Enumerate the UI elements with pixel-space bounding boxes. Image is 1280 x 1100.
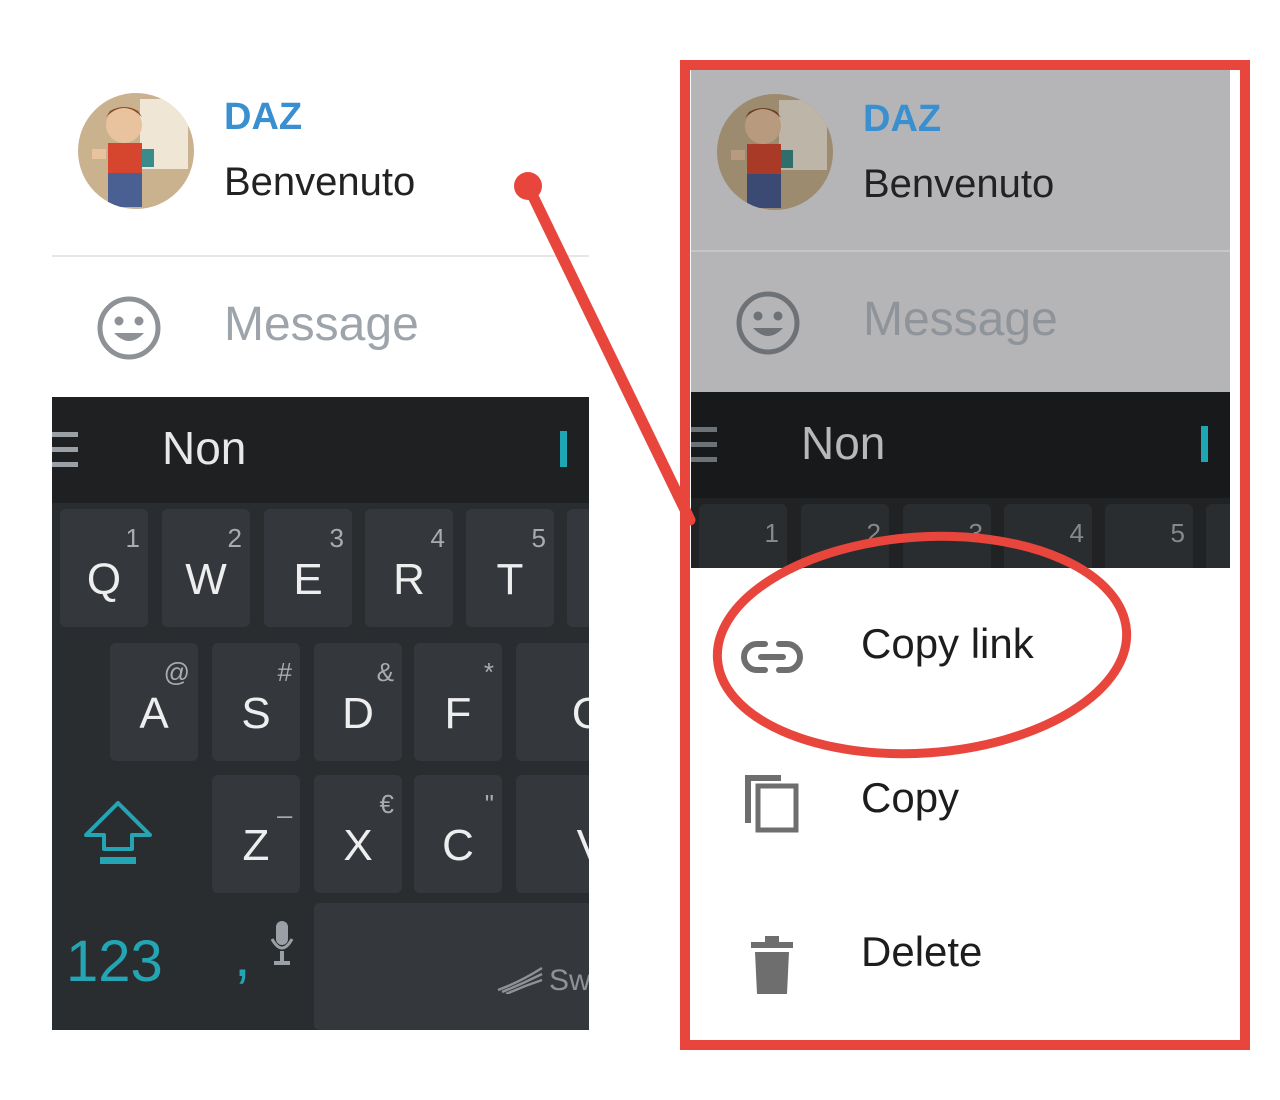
key-a[interactable]: @ A bbox=[110, 643, 198, 761]
key-c[interactable]: " C bbox=[414, 775, 502, 893]
key-label: A bbox=[139, 689, 169, 738]
cursor-indicator bbox=[560, 431, 567, 467]
key-alt: 3 bbox=[968, 518, 983, 548]
key-w[interactable]: 2W bbox=[162, 509, 250, 627]
space-key[interactable]: Swift bbox=[314, 903, 589, 1030]
key-label: W bbox=[185, 555, 227, 604]
menu-item-delete[interactable]: Delete bbox=[691, 898, 1230, 1018]
keyboard: 1 2 3 4 5 bbox=[691, 498, 1230, 622]
avatar[interactable] bbox=[717, 94, 833, 210]
key-alt: 5 bbox=[1170, 518, 1185, 548]
key-alt: * bbox=[483, 657, 494, 687]
swiftkey-logo-icon bbox=[497, 966, 543, 994]
copy-icon bbox=[745, 775, 799, 833]
key-label: R bbox=[393, 555, 425, 604]
context-menu: Copy link Copy Delete bbox=[691, 568, 1230, 1030]
message-input: Message bbox=[863, 293, 1058, 346]
menu-label: Delete bbox=[861, 928, 983, 975]
shift-icon[interactable] bbox=[82, 799, 154, 869]
key-alt: € bbox=[379, 789, 394, 819]
message-input-bar[interactable]: Message bbox=[52, 257, 589, 397]
keyboard-brand: Swift bbox=[548, 964, 589, 997]
key-x[interactable]: € X bbox=[314, 775, 402, 893]
suggestion-bar: Non bbox=[52, 397, 589, 503]
message-header[interactable]: DAZ Benvenuto bbox=[52, 60, 589, 256]
menu-item-copy-link[interactable]: Copy link bbox=[691, 590, 1230, 710]
chat-panel: DAZ Benvenuto Message Non 1Q 2W 3E 4R 5T… bbox=[52, 60, 589, 1030]
key-f[interactable]: * F bbox=[414, 643, 502, 761]
key-label: F bbox=[444, 689, 472, 738]
key-q[interactable]: 1Q bbox=[60, 509, 148, 627]
key-z[interactable]: _ Z bbox=[212, 775, 300, 893]
key-r[interactable]: 4R bbox=[365, 509, 453, 627]
suggestion-word[interactable]: Non bbox=[162, 421, 246, 475]
message-text: Benvenuto bbox=[224, 160, 416, 204]
message-text: Benvenuto bbox=[863, 162, 1055, 206]
key-alt: 2 bbox=[866, 518, 881, 548]
key-label: S bbox=[241, 689, 271, 738]
key-y[interactable] bbox=[567, 509, 589, 627]
key-label: V bbox=[516, 821, 589, 871]
emoji-icon bbox=[736, 291, 800, 355]
emoji-icon[interactable] bbox=[96, 295, 162, 361]
avatar[interactable] bbox=[78, 93, 194, 209]
menu-label: Copy bbox=[861, 774, 960, 821]
key-alt: # bbox=[277, 657, 292, 687]
link-icon bbox=[741, 641, 803, 673]
key-alt: 1 bbox=[125, 523, 140, 553]
key-label: Z bbox=[242, 821, 270, 870]
menu-icon[interactable] bbox=[52, 432, 78, 468]
contact-name: DAZ bbox=[224, 96, 303, 138]
contact-name: DAZ bbox=[863, 98, 942, 140]
context-menu-panel: DAZ Benvenuto Message Non 1 2 3 4 5 Copy… bbox=[691, 70, 1230, 1030]
key-alt: 3 bbox=[329, 523, 344, 553]
key-s[interactable]: # S bbox=[212, 643, 300, 761]
key-v[interactable]: V bbox=[516, 775, 589, 893]
numbers-key[interactable]: 123 bbox=[66, 928, 163, 995]
message-header-selected[interactable]: DAZ Benvenuto bbox=[691, 70, 1230, 252]
key-label: X bbox=[343, 821, 373, 870]
key-e[interactable]: 3E bbox=[264, 509, 352, 627]
comma-key[interactable]: , bbox=[234, 921, 251, 990]
key-alt: 5 bbox=[531, 523, 546, 553]
key-alt: 2 bbox=[227, 523, 242, 553]
menu-label: Copy link bbox=[861, 620, 1034, 667]
avatar-image bbox=[78, 93, 194, 209]
key-alt: 1 bbox=[764, 518, 779, 548]
menu-item-copy[interactable]: Copy bbox=[691, 744, 1230, 864]
microphone-icon bbox=[270, 921, 294, 965]
key-label: Q bbox=[86, 555, 122, 604]
key-alt: _ bbox=[277, 789, 292, 819]
key-g[interactable]: G bbox=[516, 643, 589, 761]
key-label: E bbox=[293, 555, 323, 604]
key-label: T bbox=[496, 555, 524, 604]
keyboard: 1Q 2W 3E 4R 5T @A #S &D *F G _Z €X "C V … bbox=[52, 503, 589, 1030]
suggestion-bar: Non bbox=[691, 392, 1230, 498]
menu-icon bbox=[691, 427, 717, 463]
avatar-image bbox=[717, 94, 833, 210]
message-input-bar: Message bbox=[691, 252, 1230, 392]
suggestion-word: Non bbox=[801, 417, 886, 469]
key-alt: 4 bbox=[430, 523, 445, 553]
key-label: D bbox=[342, 689, 374, 738]
key-alt: 4 bbox=[1069, 518, 1084, 548]
key-label: C bbox=[442, 821, 474, 870]
key-label: G bbox=[571, 689, 589, 738]
message-input[interactable]: Message bbox=[224, 297, 419, 352]
key-d[interactable]: & D bbox=[314, 643, 402, 761]
key-alt: " bbox=[484, 789, 494, 819]
key-alt: @ bbox=[163, 657, 190, 687]
key-t[interactable]: 5T bbox=[466, 509, 554, 627]
key-alt: & bbox=[376, 657, 394, 687]
cursor-indicator bbox=[1201, 426, 1208, 462]
trash-icon bbox=[751, 936, 793, 994]
